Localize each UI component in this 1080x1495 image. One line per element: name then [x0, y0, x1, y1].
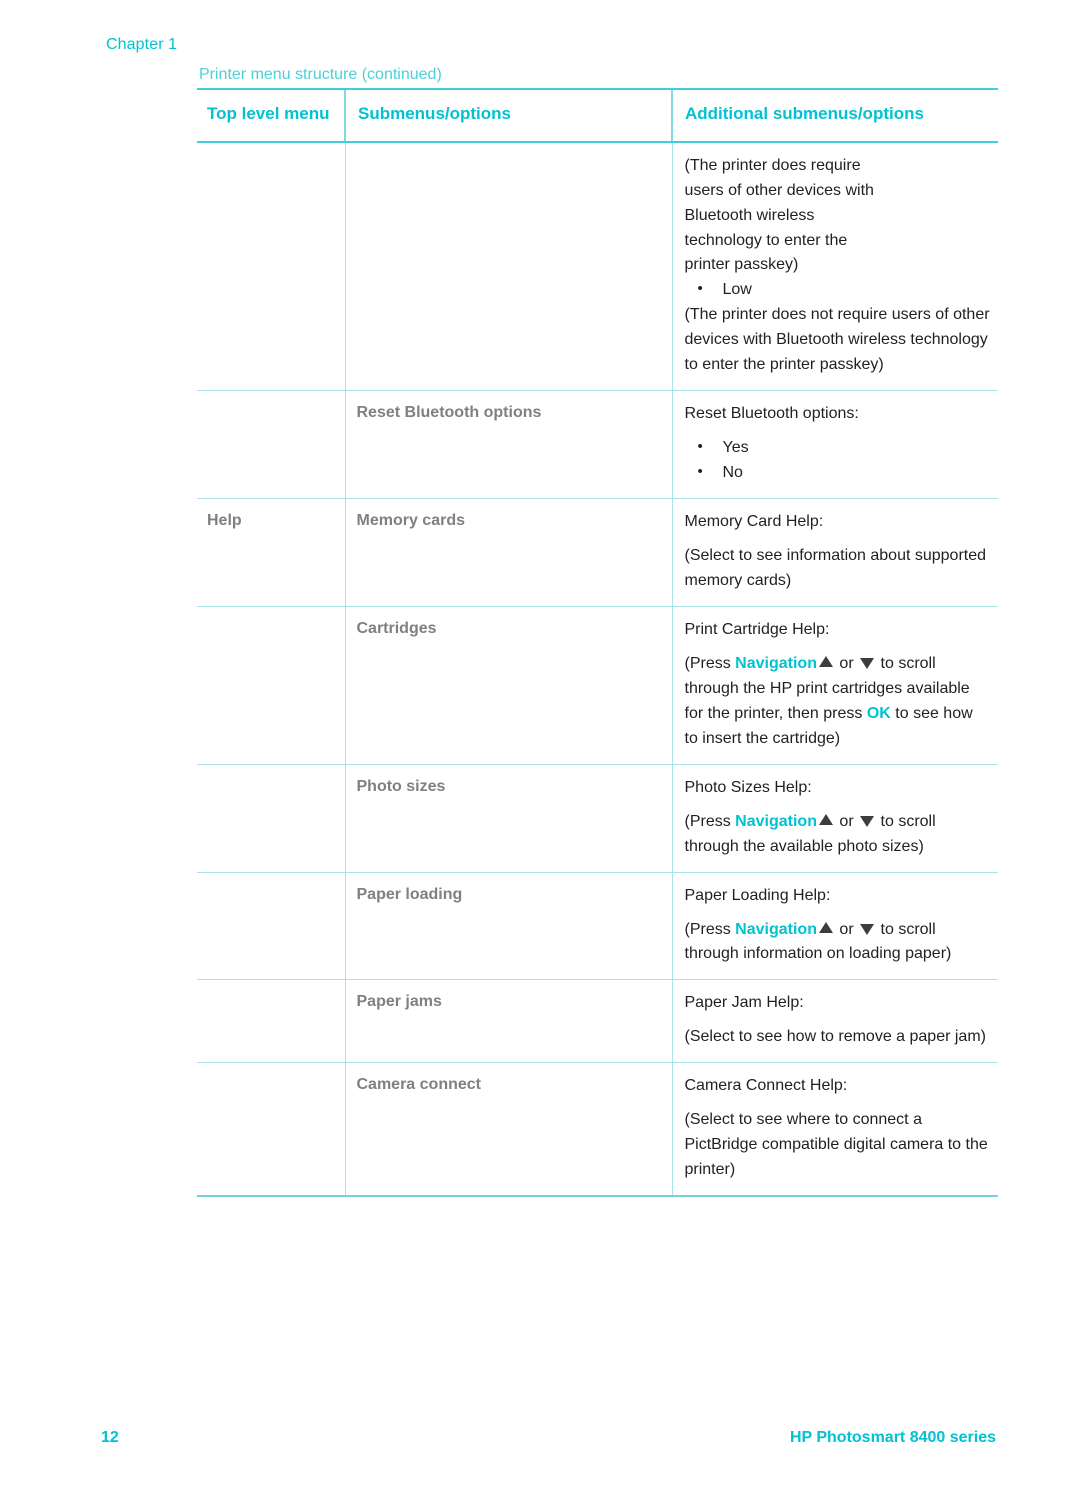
submenu-cell: Memory cards	[356, 512, 466, 530]
list-item: No	[685, 460, 991, 486]
continuation-line: technology to enter the	[684, 231, 848, 249]
triangle-up-icon	[818, 655, 833, 667]
additional-heading: Camera Connect Help:	[684, 1077, 848, 1095]
submenu-cell: Photo sizes	[356, 777, 446, 795]
continuation-paragraph: (The printer does require users of other…	[685, 154, 991, 279]
additional-note: (Select to see how to remove a paper jam…	[684, 1028, 986, 1046]
navigation-keyword: Navigation	[735, 920, 817, 938]
note-text-part: (Press	[684, 812, 736, 830]
footer-product-name: HP Photosmart 8400 series	[789, 1429, 996, 1446]
triangle-up-icon	[818, 813, 833, 825]
additional-cell: Paper Jam Help: (Select to see how to re…	[673, 991, 999, 1050]
additional-heading: Reset Bluetooth options:	[684, 405, 859, 423]
table-row: Photo sizes Photo Sizes Help: (Press Nav…	[197, 764, 999, 873]
triangle-up-icon	[818, 921, 833, 933]
top-level-cell: Help	[207, 512, 242, 530]
continuation-line: Bluetooth wireless	[684, 206, 815, 224]
document-page: Chapter 1 Printer menu structure (contin…	[0, 0, 1080, 1495]
additional-cell: Photo Sizes Help: (Press Navigation or t…	[673, 776, 999, 860]
additional-heading: Memory Card Help:	[684, 513, 824, 531]
submenu-cell: Reset Bluetooth options	[356, 404, 542, 422]
additional-cell: Memory Card Help: (Select to see informa…	[673, 510, 999, 594]
table-row: Paper jams Paper Jam Help: (Select to se…	[197, 979, 999, 1064]
column-header-submenus-options: Submenus/options	[358, 104, 511, 123]
note-text-part: (Press	[684, 920, 736, 938]
note-text-part: or	[834, 920, 859, 938]
continuation-line: (The printer does require	[684, 156, 861, 174]
submenu-cell: Paper jams	[356, 993, 442, 1011]
additional-note: (Press Navigation or to scroll through i…	[685, 918, 991, 968]
triangle-down-icon	[860, 815, 875, 827]
ok-keyword: OK	[866, 704, 891, 722]
options-list: Low (The printer does not require users …	[684, 277, 991, 378]
additional-heading: Print Cartridge Help:	[684, 620, 830, 638]
table-row: Paper loading Paper Loading Help: (Press…	[197, 872, 999, 981]
footer-page-number: 12	[101, 1429, 119, 1446]
continuation-line: users of other devices with	[684, 181, 874, 199]
additional-cell: (The printer does require users of other…	[673, 154, 999, 379]
list-item: Yes	[685, 435, 991, 461]
additional-note: (Press Navigation or to scroll through t…	[685, 810, 991, 860]
note-text-part: (Press	[684, 654, 736, 672]
table-row: Reset Bluetooth options Reset Bluetooth …	[197, 390, 999, 500]
submenu-cell: Paper loading	[356, 885, 463, 903]
triangle-down-icon	[860, 657, 875, 669]
continuation-line: printer passkey)	[684, 256, 799, 274]
additional-heading: Photo Sizes Help:	[684, 778, 812, 796]
submenu-cell: Cartridges	[356, 619, 437, 637]
additional-cell: Print Cartridge Help: (Press Navigation …	[673, 618, 999, 752]
option-note: (The printer does not require users of o…	[684, 306, 990, 374]
table-header-row: Top level menu Submenus/options Addition…	[197, 88, 998, 143]
column-header-top-level-menu: Top level menu	[207, 104, 330, 123]
table-row: Camera connect Camera Connect Help: (Sel…	[197, 1062, 999, 1198]
submenu-cell: Camera connect	[356, 1076, 482, 1094]
additional-cell: Paper Loading Help: (Press Navigation or…	[673, 884, 999, 968]
note-text-part: or	[834, 654, 859, 672]
navigation-keyword: Navigation	[735, 654, 817, 672]
navigation-keyword: Navigation	[735, 812, 817, 830]
additional-note: (Press Navigation or to scroll through t…	[685, 652, 991, 752]
chapter-label: Chapter 1	[106, 36, 178, 53]
additional-note: (Select to see where to connect a PictBr…	[684, 1111, 988, 1179]
list-item: Low (The printer does not require users …	[684, 277, 991, 378]
table-caption: Printer menu structure (continued)	[199, 66, 442, 83]
additional-cell: Camera Connect Help: (Select to see wher…	[673, 1074, 999, 1183]
option-label: Low	[722, 281, 752, 299]
column-header-additional-submenus-options: Additional submenus/options	[685, 104, 924, 123]
printer-menu-structure-table: Top level menu Submenus/options Addition…	[197, 88, 999, 1198]
table-row: Cartridges Print Cartridge Help: (Press …	[197, 606, 999, 765]
table-row: Help Memory cards Memory Card Help: (Sel…	[197, 498, 999, 607]
options-list: Yes No	[685, 435, 991, 486]
note-text-part: or	[834, 812, 859, 830]
additional-note: (Select to see information about support…	[684, 547, 987, 589]
table-row: (The printer does require users of other…	[197, 141, 999, 392]
additional-cell: Reset Bluetooth options: Yes No	[673, 402, 999, 486]
additional-heading: Paper Loading Help:	[684, 886, 831, 904]
triangle-down-icon	[860, 923, 875, 935]
additional-heading: Paper Jam Help:	[684, 994, 804, 1012]
